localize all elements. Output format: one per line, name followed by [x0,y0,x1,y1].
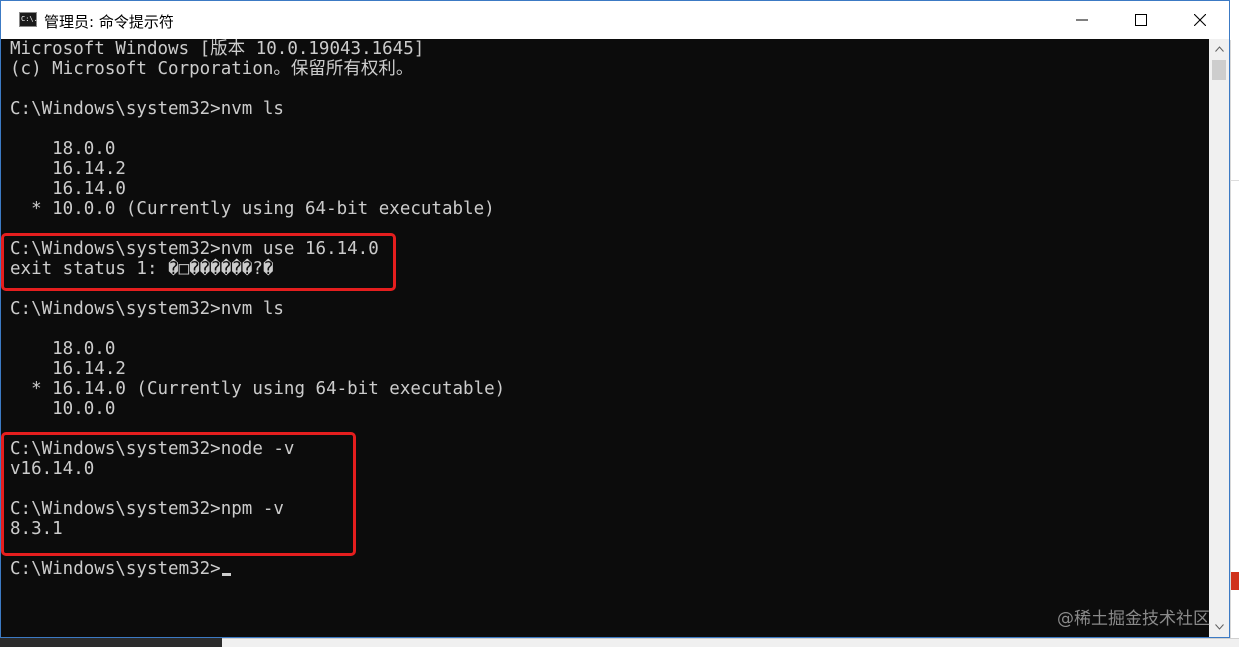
console-line: C:\Windows\system32> [10,559,505,579]
console-line: Microsoft Windows [版本 10.0.19043.1645] [10,39,425,59]
window-title: 管理员: 命令提示符 [44,13,174,31]
background-accent-mark [1231,572,1239,590]
console-line: 18.0.0 [10,339,116,359]
scroll-down-button[interactable] [1209,617,1229,637]
highlight-box-version-check [1,432,356,556]
watermark: @稀土掘金技术社区 [1057,609,1210,629]
minimize-button[interactable] [1053,1,1111,39]
chevron-down-icon [1214,624,1224,630]
vertical-scrollbar[interactable] [1209,39,1229,637]
background-page-right [1230,40,1239,647]
close-button[interactable] [1171,1,1229,39]
close-icon [1194,14,1206,26]
cmd-icon-text: C:\. [21,15,38,23]
console-line: 18.0.0 [10,139,116,159]
minimize-icon [1076,19,1088,21]
screen: C:\. 管理员: 命令提示符 Microsoft Windows [版本 10… [0,0,1239,647]
highlight-box-nvm-use [1,233,396,291]
console-line: 16.14.2 [10,359,126,379]
title-bar[interactable]: C:\. 管理员: 命令提示符 [1,1,1229,39]
console-line: C:\Windows\system32>nvm ls [10,299,284,319]
maximize-button[interactable] [1112,1,1170,39]
background-divider [1230,180,1239,181]
console-line: * 16.14.0 (Currently using 64-bit execut… [10,379,506,399]
console-line: C:\Windows\system32>nvm ls [10,99,284,119]
console-line: 16.14.0 [10,179,126,199]
text-cursor [221,573,231,576]
maximize-icon [1135,14,1147,26]
cmd-icon[interactable]: C:\. [19,12,38,27]
console-line: 10.0.0 [10,399,116,419]
scroll-up-button[interactable] [1209,39,1229,59]
console-line: (c) Microsoft Corporation。保留所有权利。 [10,59,414,79]
chevron-up-icon [1214,46,1224,52]
background-window-bottom [0,638,222,647]
console-line: * 10.0.0 (Currently using 64-bit executa… [10,199,495,219]
console-line: 16.14.2 [10,159,126,179]
scroll-thumb[interactable] [1212,60,1226,80]
